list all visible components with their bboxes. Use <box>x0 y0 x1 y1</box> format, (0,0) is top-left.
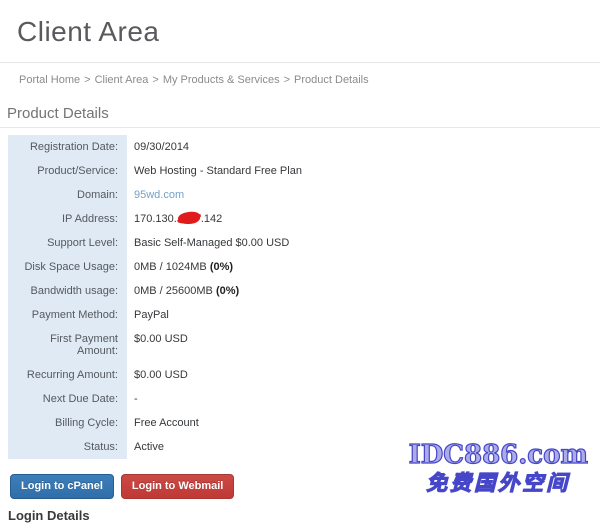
login-to-webmail-button[interactable]: Login to Webmail <box>121 474 234 499</box>
breadcrumb: Portal Home>Client Area>My Products & Se… <box>19 74 600 86</box>
table-row-payment-method: Payment Method: PayPal <box>8 303 600 327</box>
table-row-disk-space-usage: Disk Space Usage: 0MB / 1024MB (0%) <box>8 255 600 279</box>
row-value: Basic Self-Managed $0.00 USD <box>127 231 289 255</box>
row-value: PayPal <box>127 303 169 327</box>
usage-percent: (0%) <box>210 261 233 273</box>
domain-link[interactable]: 95wd.com <box>134 189 184 201</box>
row-value: 170.130. .142 <box>127 207 222 231</box>
row-value: $0.00 USD <box>127 363 188 387</box>
login-to-cpanel-button[interactable]: Login to cPanel <box>10 474 114 499</box>
status-value: Active <box>127 435 164 459</box>
table-row-support-level: Support Level: Basic Self-Managed $0.00 … <box>8 231 600 255</box>
breadcrumb-my-products-services[interactable]: My Products & Services <box>163 74 280 86</box>
table-row-domain: Domain: 95wd.com <box>8 183 600 207</box>
table-row-next-due-date: Next Due Date: - <box>8 387 600 411</box>
product-details-table: Registration Date: 09/30/2014 Product/Se… <box>8 135 600 459</box>
row-label: Billing Cycle: <box>8 411 127 435</box>
row-value: $0.00 USD <box>127 327 188 363</box>
table-row-product-service: Product/Service: Web Hosting - Standard … <box>8 159 600 183</box>
row-value: 09/30/2014 <box>127 135 189 159</box>
row-label: Status: <box>8 435 127 459</box>
usage-percent: (0%) <box>216 285 239 297</box>
table-row-ip-address: IP Address: 170.130. .142 <box>8 207 600 231</box>
breadcrumb-portal-home[interactable]: Portal Home <box>19 74 80 86</box>
row-label: Domain: <box>8 183 127 207</box>
table-row-billing-cycle: Billing Cycle: Free Account <box>8 411 600 435</box>
page-title: Client Area <box>17 16 600 48</box>
section-title-product-details: Product Details <box>7 105 600 122</box>
row-label: Payment Method: <box>8 303 127 327</box>
ip-suffix: .142 <box>201 213 222 225</box>
table-row-first-payment-amount: First Payment Amount: $0.00 USD <box>8 327 600 363</box>
table-row-bandwidth-usage: Bandwidth usage: 0MB / 25600MB (0%) <box>8 279 600 303</box>
row-label: Support Level: <box>8 231 127 255</box>
row-label: Next Due Date: <box>8 387 127 411</box>
action-buttons: Login to cPanel Login to Webmail <box>10 474 600 499</box>
breadcrumb-product-details: Product Details <box>294 74 369 86</box>
row-label: IP Address: <box>8 207 127 231</box>
breadcrumb-separator: > <box>152 74 158 86</box>
row-value: Free Account <box>127 411 199 435</box>
row-value: 0MB / 25600MB (0%) <box>127 279 239 303</box>
row-label: Product/Service: <box>8 159 127 183</box>
ip-prefix: 170.130. <box>134 213 177 225</box>
breadcrumb-client-area[interactable]: Client Area <box>95 74 149 86</box>
row-label: Registration Date: <box>8 135 127 159</box>
breadcrumb-separator: > <box>284 74 290 86</box>
row-value: - <box>127 387 138 411</box>
header-divider <box>0 62 600 63</box>
breadcrumb-separator: > <box>84 74 90 86</box>
usage-text: 0MB / 25600MB <box>134 285 216 297</box>
usage-text: 0MB / 1024MB <box>134 261 210 273</box>
row-value: 95wd.com <box>127 183 184 207</box>
table-row-status: Status: Active <box>8 435 600 459</box>
row-label: Recurring Amount: <box>8 363 127 387</box>
row-label: Bandwidth usage: <box>8 279 127 303</box>
row-label: First Payment Amount: <box>8 327 127 363</box>
row-label: Disk Space Usage: <box>8 255 127 279</box>
section-divider <box>0 127 600 128</box>
client-area-page: Client Area Portal Home>Client Area>My P… <box>0 16 600 514</box>
row-value: 0MB / 1024MB (0%) <box>127 255 233 279</box>
table-row-recurring-amount: Recurring Amount: $0.00 USD <box>8 363 600 387</box>
login-details-heading: Login Details <box>8 508 600 523</box>
ip-redaction-scribble <box>177 211 200 225</box>
table-row-registration-date: Registration Date: 09/30/2014 <box>8 135 600 159</box>
row-value: Web Hosting - Standard Free Plan <box>127 159 302 183</box>
